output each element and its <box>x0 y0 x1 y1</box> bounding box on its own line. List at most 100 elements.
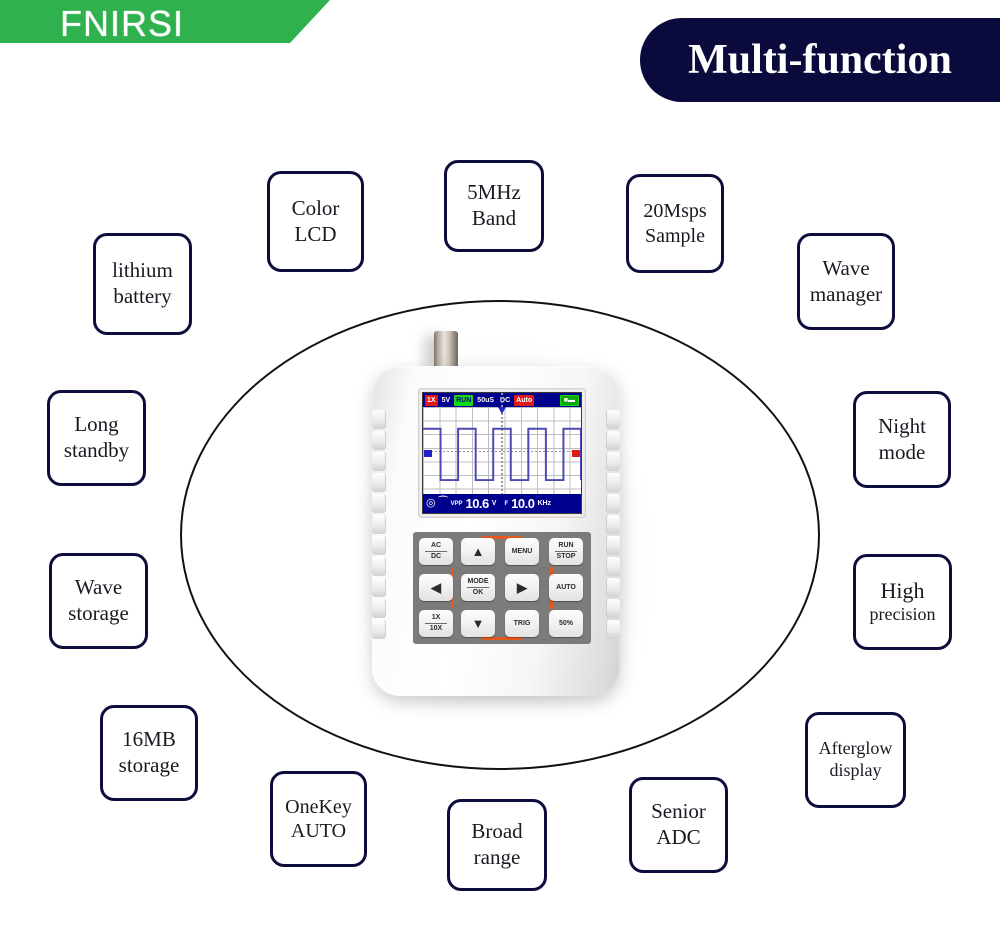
lcd-measurement-bar: ◎ ⁀ VPP 10.6 V F 10.0 KHz <box>423 494 581 513</box>
feature-box-wave-manager: Wave manager <box>797 233 895 330</box>
key-50pct[interactable]: 50% <box>549 610 583 637</box>
feature-box-lithium-battery: lithium battery <box>93 233 192 335</box>
feature-label-line2: manager <box>809 281 883 306</box>
feature-label-line2: storage <box>68 601 129 625</box>
key-divider <box>425 551 447 552</box>
feature-box-long-standby: Long standby <box>47 390 146 486</box>
feature-box-20msps-sample: 20Msps Sample <box>626 174 724 273</box>
crosshair-icon: ◎ <box>426 497 436 509</box>
key-label-line1: MENU <box>511 547 533 555</box>
feature-label-line1: 16MB <box>122 727 176 752</box>
feature-label-line1: Night <box>878 413 926 438</box>
feature-box-5mhz-band: 5MHz Band <box>444 160 544 252</box>
feature-label-line2: range <box>473 845 521 869</box>
feature-label-line1: Senior <box>651 799 706 824</box>
feature-label-line2: precision <box>869 604 936 625</box>
key-divider <box>425 623 447 624</box>
key-auto[interactable]: AUTO <box>549 574 583 601</box>
key-label-line2: OK <box>472 589 484 596</box>
feature-label-line1: High <box>880 577 925 603</box>
key-label-line2: STOP <box>556 553 576 560</box>
key-label-line1: RUN <box>558 542 574 549</box>
key-label-line1: 50% <box>558 619 573 627</box>
feature-label-line2: LCD <box>294 221 337 246</box>
waveform-trace <box>423 427 581 482</box>
feature-box-night-mode: Night mode <box>853 391 951 488</box>
battery-icon: ■▬ <box>559 394 579 406</box>
lcd-bezel: 1X 5V RUN 50uS DC Auto ■▬ ◎ ⁀ VPP 10.6 V F 10.… <box>418 388 586 518</box>
key-right[interactable]: ▶ <box>505 574 539 601</box>
key-up[interactable]: ▲ <box>461 538 495 565</box>
key-label-line1: TRIG <box>513 619 531 627</box>
bnc-connector <box>434 331 458 371</box>
title-banner: Multi-function <box>640 18 1000 102</box>
feature-box-onekey-auto: OneKey AUTO <box>270 771 367 867</box>
feature-box-senior-adc: Senior ADC <box>629 777 728 873</box>
arrow-down-icon: ▼ <box>471 616 485 631</box>
key-label-line1: AC <box>430 542 442 549</box>
feature-label-line2: ADC <box>656 825 701 849</box>
feature-label-line2: standby <box>63 438 130 462</box>
status-segment-50us: 50uS <box>477 396 495 404</box>
key-mode-ok[interactable]: MODE OK <box>461 574 495 601</box>
key-label-line1: MODE <box>467 578 489 585</box>
feature-label-line2: battery <box>113 284 172 308</box>
vpp-label: VPP <box>450 500 463 507</box>
feature-label-line2: Band <box>471 206 517 230</box>
key-down[interactable]: ▼ <box>461 610 495 637</box>
feature-label-line1: 5MHz <box>467 180 521 205</box>
key-label-line1: 1X <box>431 614 441 621</box>
key-trig[interactable]: TRIG <box>505 610 539 637</box>
keypad-panel: AC DC ▲ MENU RUN STOP ◀ MODE OK ▶ AUTO 1X 10X ▼ TRIG 50… <box>413 532 591 644</box>
key-divider <box>555 551 577 552</box>
feature-box-wave-storage: Wave storage <box>49 553 148 649</box>
lcd-screen: 1X 5V RUN 50uS DC Auto ■▬ ◎ ⁀ VPP 10.6 V F 10.… <box>422 392 582 514</box>
vpp-unit: V <box>491 500 497 507</box>
key-label-line2: DC <box>430 553 442 560</box>
feature-label-line2: display <box>829 760 882 780</box>
status-segment-5v: 5V <box>441 396 451 404</box>
feature-label-line2: storage <box>118 753 180 777</box>
key-label-line1: AUTO <box>556 583 576 591</box>
freq-value: 10.0 <box>511 496 535 511</box>
feature-label-line1: lithium <box>112 258 173 283</box>
freq-label: F <box>504 500 509 507</box>
feature-box-color-lcd: Color LCD <box>267 171 364 272</box>
key-menu[interactable]: MENU <box>505 538 539 565</box>
channel-marker-right-icon <box>572 450 580 457</box>
feature-box-afterglow-display: Afterglow display <box>805 712 906 808</box>
square-wave-icon: ⁀ <box>438 497 448 509</box>
status-segment-1x: 1X <box>425 394 438 406</box>
feature-label-line1: Wave <box>822 255 870 280</box>
key-left[interactable]: ◀ <box>419 574 453 601</box>
key-ac-dc[interactable]: AC DC <box>419 538 453 565</box>
feature-label-line1: Broad <box>471 819 523 844</box>
feature-label-line1: 20Msps <box>643 200 707 223</box>
feature-label-line2: mode <box>878 439 926 464</box>
grip-ridges-right <box>606 410 620 640</box>
feature-label-line1: Afterglow <box>818 738 893 759</box>
feature-box-broad-range: Broad range <box>447 799 547 891</box>
feature-label-line1: Long <box>74 412 119 437</box>
key-1x-10x[interactable]: 1X 10X <box>419 610 453 637</box>
key-label-line2: 10X <box>429 625 443 632</box>
freq-unit: KHz <box>537 500 552 507</box>
status-segment-auto: Auto <box>514 394 535 406</box>
oscilloscope-device: 1X 5V RUN 50uS DC Auto ■▬ ◎ ⁀ VPP 10.6 V F 10.… <box>372 366 620 696</box>
feature-label-line1: Wave <box>74 575 123 600</box>
key-divider <box>467 587 489 588</box>
page-title: Multi-function <box>688 37 952 83</box>
status-segment-run: RUN <box>454 394 474 406</box>
feature-label-line1: Color <box>291 195 340 220</box>
arrow-left-icon: ◀ <box>431 580 441 595</box>
feature-label-line2: AUTO <box>290 820 347 842</box>
vpp-value: 10.6 <box>465 496 489 511</box>
feature-label-line2: Sample <box>645 224 705 247</box>
arrow-right-icon: ▶ <box>517 580 527 595</box>
key-run-stop[interactable]: RUN STOP <box>549 538 583 565</box>
feature-box-high-precision: High precision <box>853 554 952 650</box>
arrow-up-icon: ▲ <box>471 544 485 559</box>
brand-logo-text: FNIRSI <box>60 3 185 44</box>
grip-ridges-left <box>372 410 386 640</box>
feature-box-16mb-storage: 16MB storage <box>100 705 198 801</box>
